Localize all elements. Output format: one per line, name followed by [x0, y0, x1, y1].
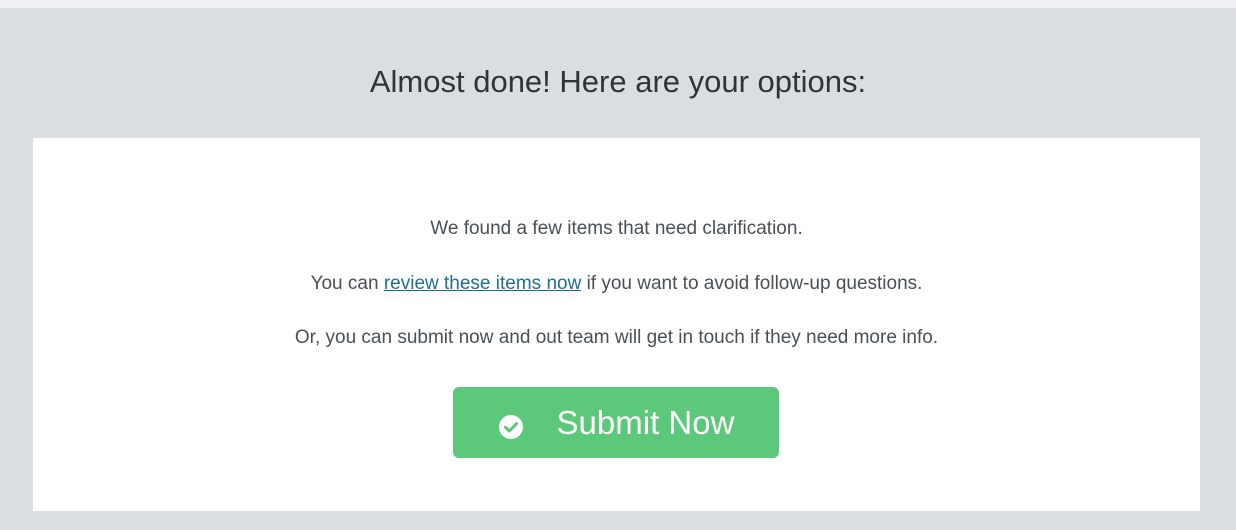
check-circle-icon: [498, 410, 524, 439]
page-title: Almost done! Here are your options:: [369, 64, 867, 99]
review-text: You can review these items now if you wa…: [33, 271, 1200, 297]
submit-info-text: Or, you can submit now and out team will…: [294, 327, 939, 348]
submit-now-button[interactable]: Submit Now: [453, 387, 779, 458]
clarification-text: We found a few items that need clarifica…: [430, 218, 803, 239]
submit-now-label: Submit Now: [556, 403, 735, 441]
options-card: We found a few items that need clarifica…: [33, 138, 1200, 511]
top-strip: [0, 0, 1236, 8]
review-items-link[interactable]: review these items now: [384, 273, 581, 294]
review-text-suffix: if you want to avoid follow-up questions…: [581, 273, 923, 294]
review-text-prefix: You can: [310, 273, 384, 294]
